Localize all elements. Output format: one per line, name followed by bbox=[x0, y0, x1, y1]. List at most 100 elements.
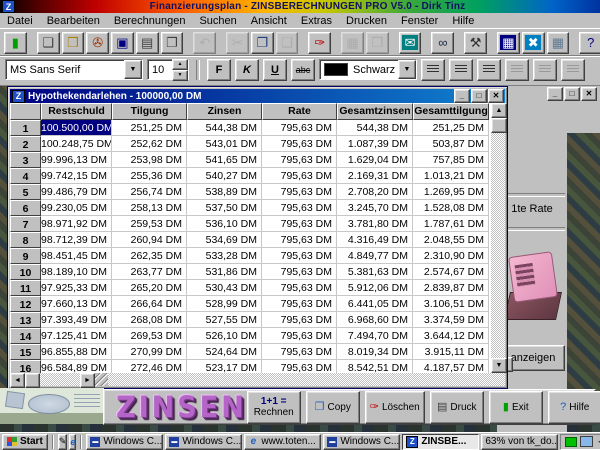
table-cell[interactable]: 98.712,39 DM bbox=[41, 232, 112, 248]
table-cell[interactable]: 98.451,45 DM bbox=[41, 248, 112, 264]
table-cell[interactable]: 3.106,51 DM bbox=[413, 296, 489, 312]
table-cell[interactable]: 2.574,67 DM bbox=[413, 264, 489, 280]
table-cell[interactable]: 272,46 DM bbox=[112, 360, 187, 373]
italic-button[interactable]: K bbox=[235, 59, 259, 81]
row-number[interactable]: 15 bbox=[10, 344, 41, 360]
table-cell[interactable]: 266,64 DM bbox=[112, 296, 187, 312]
task-button[interactable]: ▬Windows C... bbox=[323, 434, 400, 450]
tools-button[interactable]: ⚒ bbox=[464, 32, 487, 54]
indent-increase-button[interactable] bbox=[533, 59, 557, 81]
list-button[interactable] bbox=[561, 59, 585, 81]
table-cell[interactable]: 258,13 DM bbox=[112, 200, 187, 216]
mail-button[interactable]: ✉ bbox=[399, 32, 422, 54]
row-number[interactable]: 10 bbox=[10, 264, 41, 280]
table-cell[interactable]: 97.125,41 DM bbox=[41, 328, 112, 344]
table-cell[interactable]: 538,89 DM bbox=[187, 184, 262, 200]
table-cell[interactable]: 256,74 DM bbox=[112, 184, 187, 200]
table-cell[interactable]: 531,86 DM bbox=[187, 264, 262, 280]
task-button[interactable]: ZZINSBE... bbox=[402, 434, 479, 450]
table-cell[interactable]: 255,36 DM bbox=[112, 168, 187, 184]
table-cell[interactable]: 252,62 DM bbox=[112, 136, 187, 152]
table-cell[interactable]: 3.915,11 DM bbox=[413, 344, 489, 360]
task-button[interactable]: ▬Windows C... bbox=[165, 434, 242, 450]
scrollbar-thumb[interactable] bbox=[25, 373, 40, 388]
table-cell[interactable]: 1.013,21 DM bbox=[413, 168, 489, 184]
row-number[interactable]: 6 bbox=[10, 200, 41, 216]
table-cell[interactable]: 544,38 DM bbox=[187, 120, 262, 136]
align-left-button[interactable] bbox=[421, 59, 445, 81]
table-cell[interactable]: 97.660,13 DM bbox=[41, 296, 112, 312]
maximize-icon[interactable]: □ bbox=[471, 89, 487, 103]
table-cell[interactable]: 99.996,13 DM bbox=[41, 152, 112, 168]
table-cell[interactable]: 1.087,39 DM bbox=[337, 136, 413, 152]
row-number[interactable]: 11 bbox=[10, 280, 41, 296]
table-cell[interactable]: 100.248,75 DM bbox=[41, 136, 112, 152]
druck-button[interactable]: ▤Druck bbox=[430, 391, 484, 424]
row-number[interactable]: 2 bbox=[10, 136, 41, 152]
table-cell[interactable]: 251,25 DM bbox=[413, 120, 489, 136]
table-cell[interactable]: 795,63 DM bbox=[262, 296, 337, 312]
table-cell[interactable]: 5.912,06 DM bbox=[337, 280, 413, 296]
menu-item-bearbeiten[interactable]: Bearbeiten bbox=[40, 14, 107, 28]
table-cell[interactable]: 2.708,20 DM bbox=[337, 184, 413, 200]
column-header-restschuld[interactable]: Restschuld bbox=[41, 103, 112, 120]
table-cell[interactable]: 795,63 DM bbox=[262, 216, 337, 232]
table-cell[interactable]: 530,43 DM bbox=[187, 280, 262, 296]
table-cell[interactable]: 3.374,59 DM bbox=[413, 312, 489, 328]
table-cell[interactable]: 268,08 DM bbox=[112, 312, 187, 328]
table-cell[interactable]: 3.644,12 DM bbox=[413, 328, 489, 344]
export-button[interactable]: ✇ bbox=[86, 32, 109, 54]
erase-brush-button[interactable]: ✑ bbox=[308, 32, 331, 54]
rechnen-button[interactable]: 1+1 =Rechnen bbox=[247, 391, 301, 424]
table-cell[interactable]: 795,63 DM bbox=[262, 344, 337, 360]
table-cell[interactable]: 98.971,92 DM bbox=[41, 216, 112, 232]
table-cell[interactable]: 99.230,05 DM bbox=[41, 200, 112, 216]
table-cell[interactable]: 795,63 DM bbox=[262, 360, 337, 373]
scroll-down-icon[interactable]: ▼ bbox=[491, 358, 507, 373]
table-cell[interactable]: 2.048,55 DM bbox=[413, 232, 489, 248]
table-cell[interactable]: 1.528,08 DM bbox=[413, 200, 489, 216]
menu-item-berechnungen[interactable]: Berechnungen bbox=[107, 14, 193, 28]
table-cell[interactable]: 97.393,49 DM bbox=[41, 312, 112, 328]
quicklaunch-notes-icon[interactable]: ✎ bbox=[58, 434, 68, 450]
minimize-icon[interactable]: _ bbox=[547, 87, 563, 101]
open-folder-button[interactable]: ❒ bbox=[62, 32, 85, 54]
column-header-gesamtzinsen[interactable]: Gesamtzinsen bbox=[337, 103, 413, 120]
copy-button[interactable]: ❐ bbox=[251, 32, 274, 54]
table-cell[interactable]: 96.584,89 DM bbox=[41, 360, 112, 373]
table-cell[interactable]: 100.500,00 DM bbox=[41, 120, 112, 136]
column-header-gesamttilgung[interactable]: Gesamttilgung bbox=[413, 103, 489, 120]
table-cell[interactable]: 795,63 DM bbox=[262, 232, 337, 248]
display-icon[interactable] bbox=[580, 436, 593, 447]
table-cell[interactable]: 795,63 DM bbox=[262, 328, 337, 344]
vertical-scrollbar[interactable]: ▲ ▼ bbox=[491, 103, 505, 373]
speaker-icon[interactable]: ◄) bbox=[596, 437, 600, 446]
table-cell[interactable]: 7.494,70 DM bbox=[337, 328, 413, 344]
table-cell[interactable]: 99.486,79 DM bbox=[41, 184, 112, 200]
table-cell[interactable]: 1.629,04 DM bbox=[337, 152, 413, 168]
status-indicator-icon[interactable] bbox=[565, 437, 577, 447]
table-cell[interactable]: 3.781,80 DM bbox=[337, 216, 413, 232]
table-cell[interactable]: 6.441,05 DM bbox=[337, 296, 413, 312]
bold-button[interactable]: F bbox=[207, 59, 231, 81]
table-cell[interactable]: 534,69 DM bbox=[187, 232, 262, 248]
table-cell[interactable]: 795,63 DM bbox=[262, 184, 337, 200]
table-cell[interactable]: 97.925,33 DM bbox=[41, 280, 112, 296]
scroll-left-icon[interactable]: ◄ bbox=[10, 373, 25, 388]
save-button[interactable]: ▣ bbox=[111, 32, 134, 54]
copy-button[interactable]: ❐Copy bbox=[306, 391, 360, 424]
align-right-button[interactable] bbox=[477, 59, 501, 81]
calculator-button[interactable]: ▦ bbox=[497, 32, 520, 54]
table-cell[interactable]: 259,53 DM bbox=[112, 216, 187, 232]
print-preview-button[interactable]: ❐ bbox=[161, 32, 184, 54]
table-cell[interactable]: 537,50 DM bbox=[187, 200, 262, 216]
spin-down-icon[interactable]: ▼ bbox=[172, 70, 188, 81]
menu-item-extras[interactable]: Extras bbox=[294, 14, 339, 28]
close-icon[interactable]: ✕ bbox=[488, 89, 504, 103]
document-titlebar[interactable]: Z Hypothekendarlehen - 100000,00 DM _ □ … bbox=[10, 89, 505, 103]
table-cell[interactable]: 8.019,34 DM bbox=[337, 344, 413, 360]
table-cell[interactable]: 524,64 DM bbox=[187, 344, 262, 360]
table-cell[interactable]: 269,53 DM bbox=[112, 328, 187, 344]
menu-item-suchen[interactable]: Suchen bbox=[192, 14, 243, 28]
menu-item-fenster[interactable]: Fenster bbox=[394, 14, 445, 28]
